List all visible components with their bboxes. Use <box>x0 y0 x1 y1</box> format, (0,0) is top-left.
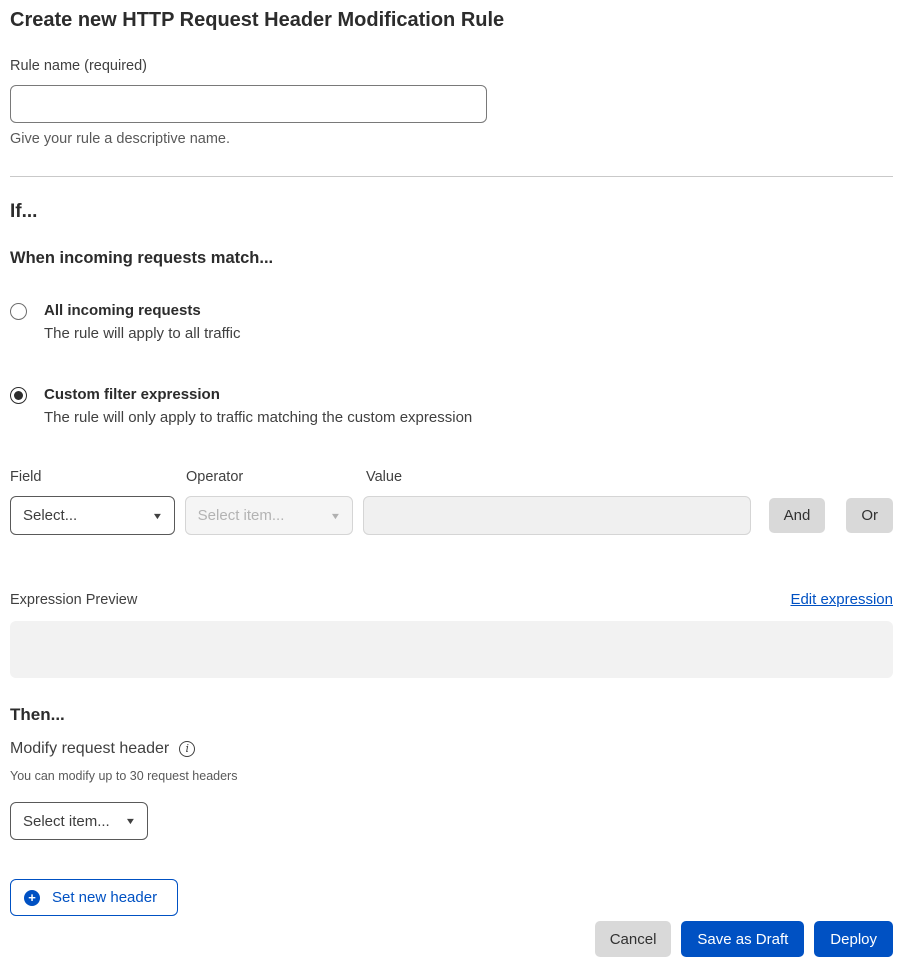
then-heading: Then... <box>10 704 893 726</box>
radio-option-custom-filter[interactable]: Custom filter expression The rule will o… <box>10 385 893 429</box>
set-new-header-button[interactable]: + Set new header <box>10 879 178 916</box>
modify-header-label: Modify request header <box>10 738 169 759</box>
edit-expression-link[interactable]: Edit expression <box>790 591 893 608</box>
chevron-down-icon: ▼ <box>151 511 163 521</box>
match-subheading: When incoming requests match... <box>10 247 893 269</box>
field-select[interactable]: Select... ▼ <box>10 496 175 535</box>
create-rule-page: Create new HTTP Request Header Modificat… <box>0 0 899 967</box>
if-heading: If... <box>10 200 893 224</box>
rule-name-help: Give your rule a descriptive name. <box>10 130 893 149</box>
info-icon[interactable]: i <box>179 741 195 757</box>
save-as-draft-button[interactable]: Save as Draft <box>681 921 804 957</box>
radio-custom-filter-desc: The rule will only apply to traffic matc… <box>44 407 472 429</box>
operator-select[interactable]: Select item... ▼ <box>185 496 354 535</box>
value-input[interactable] <box>363 496 750 535</box>
expression-builder-row: Select... ▼ Select item... ▼ And Or <box>10 496 893 535</box>
header-action-select-value: Select item... <box>23 813 110 830</box>
rule-name-label: Rule name (required) <box>10 56 893 76</box>
radio-option-all-incoming[interactable]: All incoming requests The rule will appl… <box>10 301 893 345</box>
operator-label: Operator <box>186 470 356 484</box>
rule-name-input[interactable] <box>10 85 487 123</box>
cancel-button[interactable]: Cancel <box>595 921 672 957</box>
operator-select-value: Select item... <box>198 507 285 524</box>
field-label: Field <box>10 470 176 484</box>
radio-all-incoming-desc: The rule will apply to all traffic <box>44 323 240 345</box>
radio-custom-filter[interactable] <box>10 387 27 404</box>
chevron-down-icon: ▼ <box>125 816 137 826</box>
expression-preview-box <box>10 621 893 678</box>
radio-all-incoming[interactable] <box>10 303 27 320</box>
expression-preview-label: Expression Preview <box>10 592 137 608</box>
radio-all-incoming-text: All incoming requests The rule will appl… <box>44 301 240 345</box>
page-title: Create new HTTP Request Header Modificat… <box>10 6 893 34</box>
and-button[interactable]: And <box>769 498 826 533</box>
expression-preview-header: Expression Preview Edit expression <box>10 591 893 608</box>
chevron-down-icon: ▼ <box>330 511 342 521</box>
value-field-wrap <box>363 496 750 535</box>
value-label: Value <box>366 470 757 484</box>
modify-header-row: Modify request header i <box>10 738 893 759</box>
or-button[interactable]: Or <box>846 498 893 533</box>
plus-icon: + <box>24 890 40 906</box>
radio-custom-filter-text: Custom filter expression The rule will o… <box>44 385 472 429</box>
radio-custom-filter-label: Custom filter expression <box>44 385 472 405</box>
field-select-value: Select... <box>23 507 77 524</box>
radio-all-incoming-label: All incoming requests <box>44 301 240 321</box>
section-divider <box>10 176 893 177</box>
modify-header-help: You can modify up to 30 request headers <box>10 768 893 784</box>
set-new-header-label: Set new header <box>52 889 157 906</box>
expression-builder-labels: Field Operator Value <box>10 470 893 484</box>
deploy-button[interactable]: Deploy <box>814 921 893 957</box>
footer-actions: Cancel Save as Draft Deploy <box>10 921 893 957</box>
rule-name-group: Rule name (required) Give your rule a de… <box>10 56 893 149</box>
header-action-select[interactable]: Select item... ▼ <box>10 802 148 840</box>
